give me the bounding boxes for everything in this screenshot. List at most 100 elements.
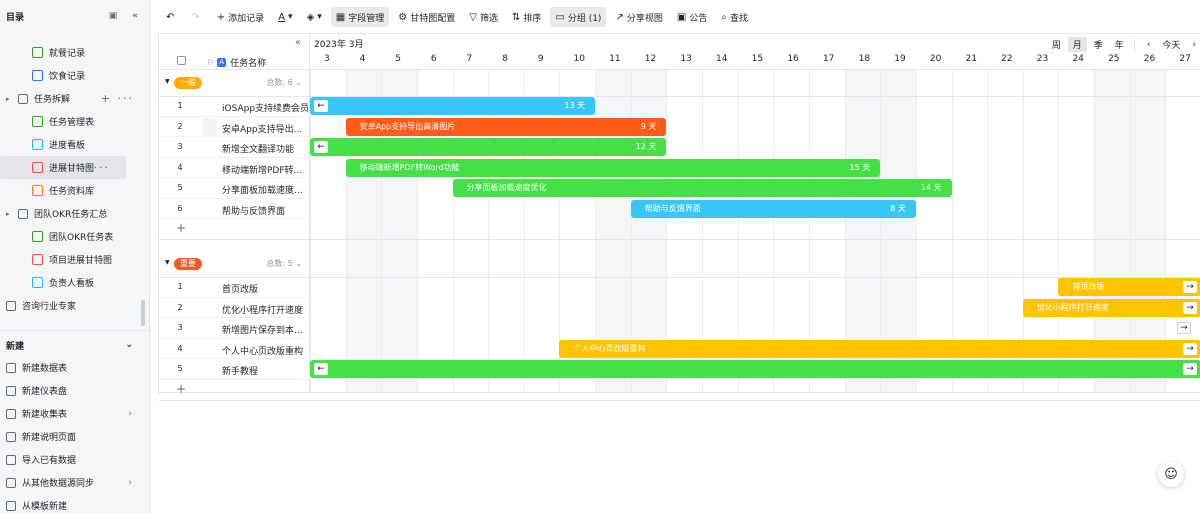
arrow-right-icon[interactable]: →: [1183, 363, 1197, 375]
chevron-down-icon: ▾: [317, 12, 322, 22]
new-section-title: 新建: [6, 341, 25, 352]
document-icon: [6, 300, 16, 311]
arrow-left-icon[interactable]: ←: [314, 100, 328, 112]
task-row[interactable]: 4 个人中心页改版重构: [159, 339, 310, 359]
sidebar-item[interactable]: 任务管理表: [0, 110, 150, 133]
scale-month[interactable]: 月: [1067, 37, 1087, 52]
add-record-button[interactable]: + 添加记录: [212, 7, 269, 27]
prev-icon[interactable]: ‹: [1142, 39, 1156, 51]
new-menu-item[interactable]: 新建数据表: [0, 356, 150, 379]
task-row[interactable]: 3 新增图片保存到本...: [159, 318, 310, 339]
task-row[interactable]: 5 新手教程: [159, 359, 310, 380]
sort-button[interactable]: ⇅ 排序: [507, 7, 546, 27]
task-row[interactable]: 6 帮助与反馈界面: [159, 199, 310, 219]
month-label: 2023年 3月: [314, 40, 364, 50]
more-icon[interactable]: + ···: [101, 92, 134, 105]
new-menu-item[interactable]: 新建说明页面: [0, 425, 150, 448]
table-icon: [32, 70, 43, 81]
plus-icon: +: [176, 221, 187, 235]
arrow-left-icon[interactable]: ←: [314, 363, 328, 375]
task-bar[interactable]: 帮助与反馈界面 8 天: [630, 199, 916, 218]
task-name: 移动端新增PDF转...: [222, 165, 303, 176]
sidebar-item[interactable]: ▸ 团队OKR任务汇总: [0, 202, 150, 225]
caret-icon[interactable]: ▸: [6, 95, 14, 103]
more-icon[interactable]: ···: [94, 161, 111, 174]
next-icon[interactable]: ›: [1187, 39, 1200, 51]
text-color-button[interactable]: A ▾: [273, 7, 297, 27]
task-row[interactable]: 2 安卓App支持导出...: [159, 117, 310, 137]
sidebar-item[interactable]: 进展甘特图 ···: [0, 156, 126, 179]
new-section-header[interactable]: 新建 ⌄: [6, 336, 133, 354]
today-button[interactable]: 今天: [1157, 37, 1185, 52]
search-button[interactable]: ⌕ 查找: [716, 7, 753, 27]
task-bar[interactable]: 13 天 ←: [310, 97, 596, 115]
task-row[interactable]: 5 分享面板加载速度...: [159, 178, 310, 199]
arrow-right-icon[interactable]: →: [1182, 301, 1197, 314]
sort-label: 排序: [523, 13, 542, 24]
arrow-left-icon[interactable]: ←: [314, 141, 328, 153]
select-all-checkbox[interactable]: [177, 56, 186, 65]
caret-icon[interactable]: ▼: [165, 259, 170, 266]
new-menu-item[interactable]: 新建收集表 ›: [0, 402, 150, 425]
task-bar[interactable]: 优化小程序打开速度 →: [1022, 298, 1200, 317]
sidebar-item[interactable]: 进度看板: [0, 133, 150, 156]
arrow-right-icon[interactable]: →: [1182, 281, 1197, 293]
task-bar[interactable]: 分享面板加载速度优化 14 天: [452, 179, 952, 197]
new-menu-item[interactable]: 新建仪表盘: [0, 379, 150, 402]
table-icon: [32, 139, 43, 150]
sidebar-scrollbar[interactable]: [141, 300, 145, 326]
task-bar[interactable]: 个人中心页改版重构 →: [559, 339, 1200, 358]
group-button[interactable]: ▭ 分组 (1): [550, 7, 607, 27]
new-menu-item[interactable]: 从其他数据源同步 ›: [0, 471, 150, 494]
gantt-config-button[interactable]: ⚙ 甘特图配置: [393, 7, 460, 27]
arrow-right-icon[interactable]: →: [1182, 342, 1197, 355]
collapse-list-icon[interactable]: «: [295, 37, 301, 48]
sidebar-item[interactable]: 项目进展甘特图: [0, 248, 150, 271]
caret-icon[interactable]: ▸: [6, 210, 14, 218]
redo-button[interactable]: ↷: [186, 7, 207, 27]
scale-year[interactable]: 年: [1110, 37, 1129, 52]
task-bar[interactable]: 安卓App支持导出高清图片 9 天: [345, 117, 667, 136]
task-row[interactable]: 1 首页改版: [159, 277, 310, 298]
add-task-row[interactable]: +: [159, 219, 310, 239]
add-task-row[interactable]: +: [159, 380, 310, 400]
task-bar[interactable]: 首页改版 →: [1058, 278, 1200, 296]
new-menu-item[interactable]: 从模板新建: [0, 494, 150, 513]
sidebar-item[interactable]: 就餐记录: [0, 41, 150, 64]
task-row[interactable]: 2 优化小程序打开速度: [159, 298, 310, 318]
task-row[interactable]: 4 移动端新增PDF转...: [159, 158, 310, 178]
field-manage-button[interactable]: ▦ 字段管理: [330, 7, 390, 27]
sidebar-item[interactable]: 任务资料库: [0, 179, 150, 202]
scale-week[interactable]: 周: [1047, 37, 1066, 52]
task-name: 新增全文翻译功能: [222, 145, 295, 155]
task-row[interactable]: 1 iOSApp支持续费会员: [159, 96, 310, 117]
day-label: 14: [716, 54, 728, 64]
arrow-right-icon[interactable]: →: [1177, 322, 1191, 334]
new-menu-label: 新建仪表盘: [22, 387, 68, 397]
bar-label: 个人中心页改版重构: [573, 343, 646, 353]
sidebar-item[interactable]: ▸ 任务拆解 + ···: [0, 87, 150, 110]
filter-button[interactable]: ▽ 筛选: [464, 7, 503, 27]
fill-color-button[interactable]: ◈ ▾: [302, 7, 327, 27]
assistant-icon[interactable]: ☺: [1158, 461, 1184, 487]
task-row[interactable]: 3 新增全文翻译功能: [159, 137, 310, 158]
scale-quarter[interactable]: 季: [1089, 37, 1108, 52]
notice-button[interactable]: ▣ 公告: [672, 7, 712, 27]
sidebar-item[interactable]: 饮食记录: [0, 64, 150, 87]
new-menu-item[interactable]: 导入已有数据: [0, 448, 150, 471]
undo-button[interactable]: ↶: [161, 7, 182, 27]
notice-label: 公告: [689, 13, 708, 24]
task-bar[interactable]: ← →: [310, 360, 1200, 378]
task-bar[interactable]: 移动端新增PDF转Word功能 15 天: [345, 158, 881, 177]
bar-duration: 9 天: [640, 121, 657, 131]
group-row[interactable]: ▼ 一般 总数: 6 ⌄: [159, 70, 310, 96]
task-bar[interactable]: 12 天 ←: [310, 138, 667, 156]
group-row[interactable]: ▼ 重要 总数: 5 ⌄: [159, 251, 310, 277]
task-name-header[interactable]: ⚐ A 任务名称: [207, 56, 266, 69]
share-view-button[interactable]: ↗ 分享视图: [610, 7, 667, 27]
caret-icon[interactable]: ▼: [165, 78, 170, 85]
sidebar-item[interactable]: 团队OKR任务表: [0, 225, 150, 248]
sidebar-item[interactable]: 咨询行业专家: [0, 294, 150, 317]
sidebar-item[interactable]: 负责人看板: [0, 271, 150, 294]
row-number: 2: [177, 121, 183, 131]
